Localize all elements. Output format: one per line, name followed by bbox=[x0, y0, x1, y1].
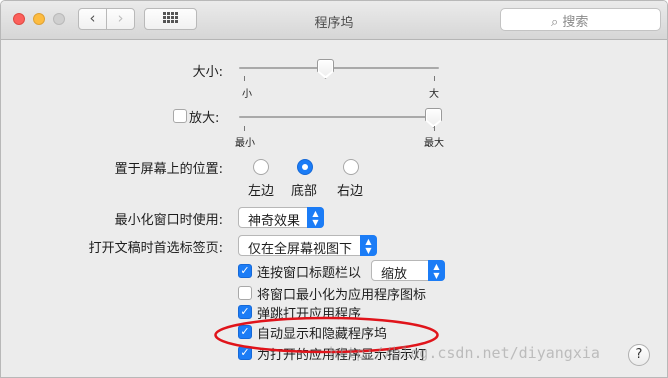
position-bottom-label: 底部 bbox=[291, 184, 318, 199]
prefer-tabs-popup[interactable]: 仅在全屏幕视图下 ▲ ▼ bbox=[238, 235, 377, 257]
magnification-tick-min bbox=[244, 126, 245, 131]
preferences-window: ‹ › 程序坞 ⌕ 搜索 大小: 小 大 放大: 最小 最大 置于屏幕上的位置:… bbox=[0, 0, 668, 378]
search-placeholder: 搜索 bbox=[562, 15, 589, 30]
magnification-checkbox[interactable] bbox=[173, 109, 187, 123]
minimize-label: 最小化窗口时使用: bbox=[114, 213, 223, 228]
checkmark-icon: ✓ bbox=[240, 264, 250, 277]
popup-arrows-icon: ▲ ▼ bbox=[428, 260, 445, 281]
double-click-label: 连按窗口标题栏以 bbox=[257, 266, 362, 281]
watermark: http://blog.csdn.net/diyangxia bbox=[329, 344, 600, 362]
title-bar: ‹ › 程序坞 ⌕ 搜索 bbox=[1, 1, 667, 40]
minimize-effect-value: 神奇效果 bbox=[248, 214, 301, 229]
minimize-into-icon-label: 将窗口最小化为应用程序图标 bbox=[257, 288, 427, 303]
size-label: 大小: bbox=[192, 65, 223, 80]
prefer-tabs-value: 仅在全屏幕视图下 bbox=[248, 242, 353, 257]
magnification-min-label: 最小 bbox=[235, 138, 255, 149]
magnification-slider-track[interactable] bbox=[239, 116, 439, 118]
minimize-into-icon-checkbox[interactable] bbox=[238, 286, 252, 300]
position-left-label: 左边 bbox=[248, 184, 275, 199]
size-min-label: 小 bbox=[242, 89, 252, 100]
double-click-action-popup[interactable]: 缩放 ▲ ▼ bbox=[371, 260, 445, 282]
position-left-radio[interactable] bbox=[253, 159, 269, 175]
popup-arrows-icon: ▲ ▼ bbox=[360, 235, 377, 256]
size-slider-knob[interactable] bbox=[317, 59, 334, 79]
search-icon: ⌕ bbox=[551, 15, 559, 30]
position-label: 置于屏幕上的位置: bbox=[114, 162, 223, 177]
search-field[interactable]: ⌕ 搜索 bbox=[500, 8, 661, 31]
magnification-label: 放大: bbox=[189, 111, 220, 126]
prefer-tabs-label: 打开文稿时首选标签页: bbox=[88, 241, 223, 256]
position-bottom-radio[interactable] bbox=[297, 159, 313, 175]
size-slider-track[interactable] bbox=[239, 67, 439, 69]
minimize-effect-popup[interactable]: 神奇效果 ▲ ▼ bbox=[238, 207, 324, 229]
magnification-slider-knob[interactable] bbox=[425, 108, 442, 128]
popup-arrows-icon: ▲ ▼ bbox=[307, 207, 324, 228]
position-right-radio[interactable] bbox=[343, 159, 359, 175]
double-click-action-value: 缩放 bbox=[381, 267, 408, 282]
double-click-checkbox[interactable]: ✓ bbox=[238, 264, 252, 278]
size-tick-max bbox=[434, 76, 435, 81]
help-button[interactable]: ? bbox=[628, 344, 650, 366]
magnification-tick-max bbox=[434, 126, 435, 131]
position-right-label: 右边 bbox=[337, 184, 364, 199]
help-icon: ? bbox=[635, 347, 643, 362]
size-tick-min bbox=[244, 76, 245, 81]
size-max-label: 大 bbox=[429, 89, 439, 100]
magnification-max-label: 最大 bbox=[424, 138, 444, 149]
